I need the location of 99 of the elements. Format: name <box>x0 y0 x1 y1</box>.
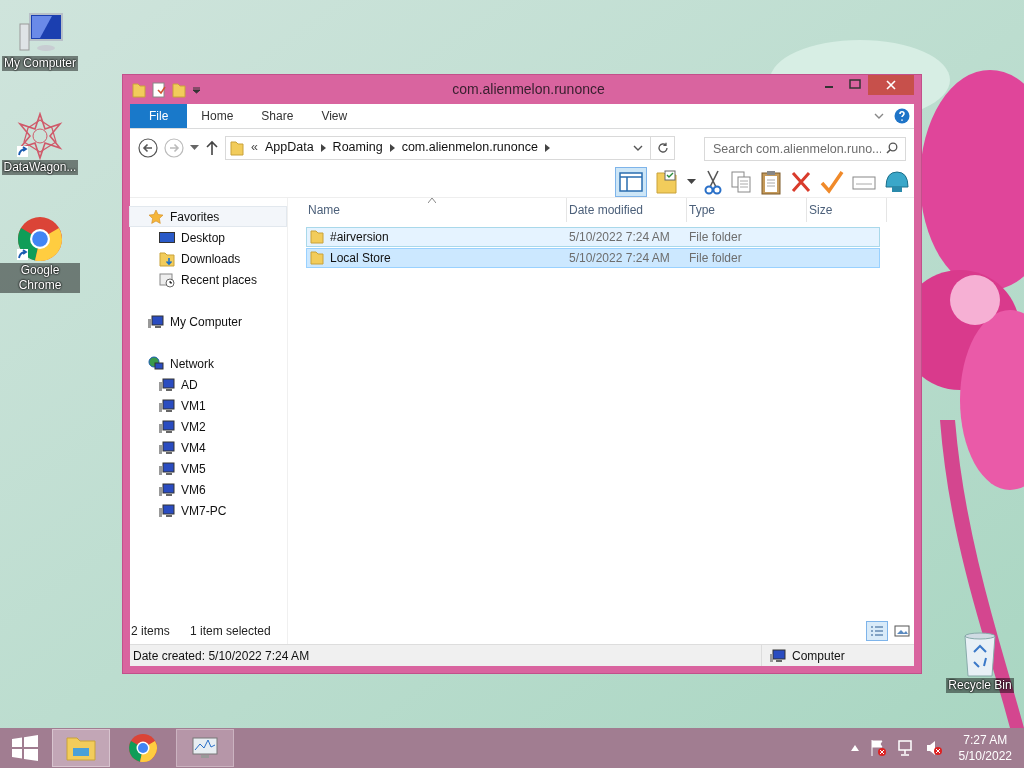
date-created-text: Date created: 5/10/2022 7:24 AM <box>133 647 311 665</box>
chevron-icon[interactable] <box>544 143 550 152</box>
desktop-icon-label[interactable]: Recycle Bin <box>946 678 1014 693</box>
nav-item[interactable]: VM6 <box>130 479 287 500</box>
date-cell-text: 5/10/2022 7:24 AM <box>568 229 671 246</box>
monitor-icon <box>191 736 219 760</box>
computer-icon <box>159 398 175 413</box>
chrome-icon[interactable] <box>16 215 64 263</box>
expand-ribbon-icon[interactable] <box>874 112 884 120</box>
thumbnail-view-button[interactable] <box>894 624 910 638</box>
search-field[interactable]: Search com.alienmelon.runo... <box>704 136 906 161</box>
start-button[interactable] <box>11 735 39 761</box>
back-button[interactable] <box>138 137 158 158</box>
nav-item[interactable]: VM2 <box>130 416 287 437</box>
refresh-icon[interactable] <box>656 141 669 154</box>
flag-icon[interactable] <box>868 739 887 757</box>
clock-time[interactable]: 7:27 AM <box>963 732 1008 748</box>
folder-icon <box>310 230 324 244</box>
type-cell-text: File folder <box>688 250 742 267</box>
folder-icon <box>310 251 324 265</box>
network-icon[interactable] <box>896 739 915 757</box>
file-name: Local Store <box>330 250 391 267</box>
clock-date[interactable]: 5/10/2022 <box>958 748 1012 764</box>
cut-icon[interactable] <box>704 168 722 195</box>
close-button[interactable] <box>868 75 914 95</box>
folder-icon <box>65 734 97 762</box>
muted-speaker-icon[interactable] <box>924 739 943 757</box>
details-view-button[interactable] <box>866 621 888 641</box>
chevron-icon[interactable] <box>389 143 395 152</box>
paste-icon[interactable] <box>760 168 782 195</box>
selection-count: 1 item selected <box>190 623 271 640</box>
column-header[interactable]: Type <box>687 198 807 222</box>
nav-item[interactable]: My Computer <box>130 311 287 332</box>
folder-icon[interactable] <box>132 81 146 98</box>
column-header[interactable]: Date modified <box>567 198 687 222</box>
nav-item[interactable]: VM5 <box>130 458 287 479</box>
dropdown-icon[interactable] <box>687 178 696 185</box>
checkmark-icon[interactable] <box>820 168 844 195</box>
desktop-icon-label[interactable]: DataWagon... <box>1 160 79 175</box>
chevron-icon[interactable] <box>320 143 326 152</box>
computer-icon <box>159 419 175 434</box>
search-icon <box>886 141 898 154</box>
file-row[interactable]: Local Store 5/10/2022 7:24 AM File folder <box>306 248 880 268</box>
computer-icon <box>770 648 786 663</box>
column-header[interactable]: Name <box>306 198 567 222</box>
shell-icon[interactable] <box>884 168 910 195</box>
nav-item[interactable]: VM4 <box>130 437 287 458</box>
nav-item[interactable]: Recent places <box>130 269 287 290</box>
computer-icon <box>159 440 175 455</box>
nav-item[interactable]: Network <box>130 353 287 374</box>
chrome-taskbar-icon[interactable] <box>128 733 158 763</box>
nav-item[interactable]: Favorites <box>129 206 287 227</box>
desktop-icon-label[interactable]: My Computer <box>2 56 78 71</box>
overflow-chevron[interactable]: « <box>251 138 258 157</box>
up-button[interactable] <box>205 139 219 156</box>
folder-icon <box>230 139 244 156</box>
column-header[interactable]: Size <box>807 198 887 222</box>
item-count: 2 items <box>131 623 171 640</box>
breadcrumb[interactable]: Roaming <box>332 138 383 157</box>
computer-icon <box>159 482 175 497</box>
window-title: com.alienmelon.runonce <box>452 80 605 99</box>
downloads-icon <box>159 250 175 267</box>
desktop-icon-label[interactable]: Google Chrome <box>0 263 80 293</box>
monitor-taskbar-button[interactable] <box>176 729 234 767</box>
dropdown-icon[interactable] <box>192 85 201 94</box>
breadcrumb[interactable]: com.alienmelon.runonce <box>401 138 538 157</box>
star-icon <box>148 208 164 225</box>
computer-icon <box>159 377 175 392</box>
type-cell-text: File folder <box>688 229 742 246</box>
ribbon-tab[interactable]: Share <box>247 104 308 128</box>
computer-icon <box>159 461 175 476</box>
nav-item[interactable]: Desktop <box>130 227 287 248</box>
network-icon <box>148 355 164 372</box>
ribbon-tab[interactable]: Home <box>187 104 248 128</box>
nav-item[interactable]: Downloads <box>130 248 287 269</box>
recent-places-icon <box>159 271 175 288</box>
new-folder-icon[interactable] <box>172 81 186 98</box>
recent-locations-icon[interactable] <box>190 144 199 151</box>
dropdown-icon[interactable] <box>633 143 643 152</box>
date-cell-text: 5/10/2022 7:24 AM <box>568 250 671 267</box>
ribbon-tab[interactable]: View <box>307 104 362 128</box>
preview-pane-button[interactable] <box>615 166 647 197</box>
file-row[interactable]: #airversion 5/10/2022 7:24 AM File folder <box>306 227 880 247</box>
star-logo-icon[interactable] <box>16 112 64 160</box>
nav-item[interactable]: VM1 <box>130 395 287 416</box>
folder-options-icon[interactable] <box>655 168 679 195</box>
location-text: Computer <box>792 647 845 665</box>
desktop-icon <box>159 230 175 245</box>
address-bar[interactable]: « AppData Roaming com.alienmelon.runonce <box>225 135 675 160</box>
help-icon[interactable] <box>894 108 910 124</box>
computer-icon <box>159 503 175 518</box>
breadcrumb[interactable]: AppData <box>264 138 314 157</box>
computer-icon <box>148 314 164 329</box>
properties-icon[interactable] <box>152 81 166 98</box>
file-name: #airversion <box>330 229 389 246</box>
ribbon-tab[interactable]: File <box>130 104 188 128</box>
nav-item[interactable]: AD <box>130 374 287 395</box>
nav-item[interactable]: VM7-PC <box>130 500 287 521</box>
show-hidden-icons-icon[interactable] <box>850 745 859 751</box>
